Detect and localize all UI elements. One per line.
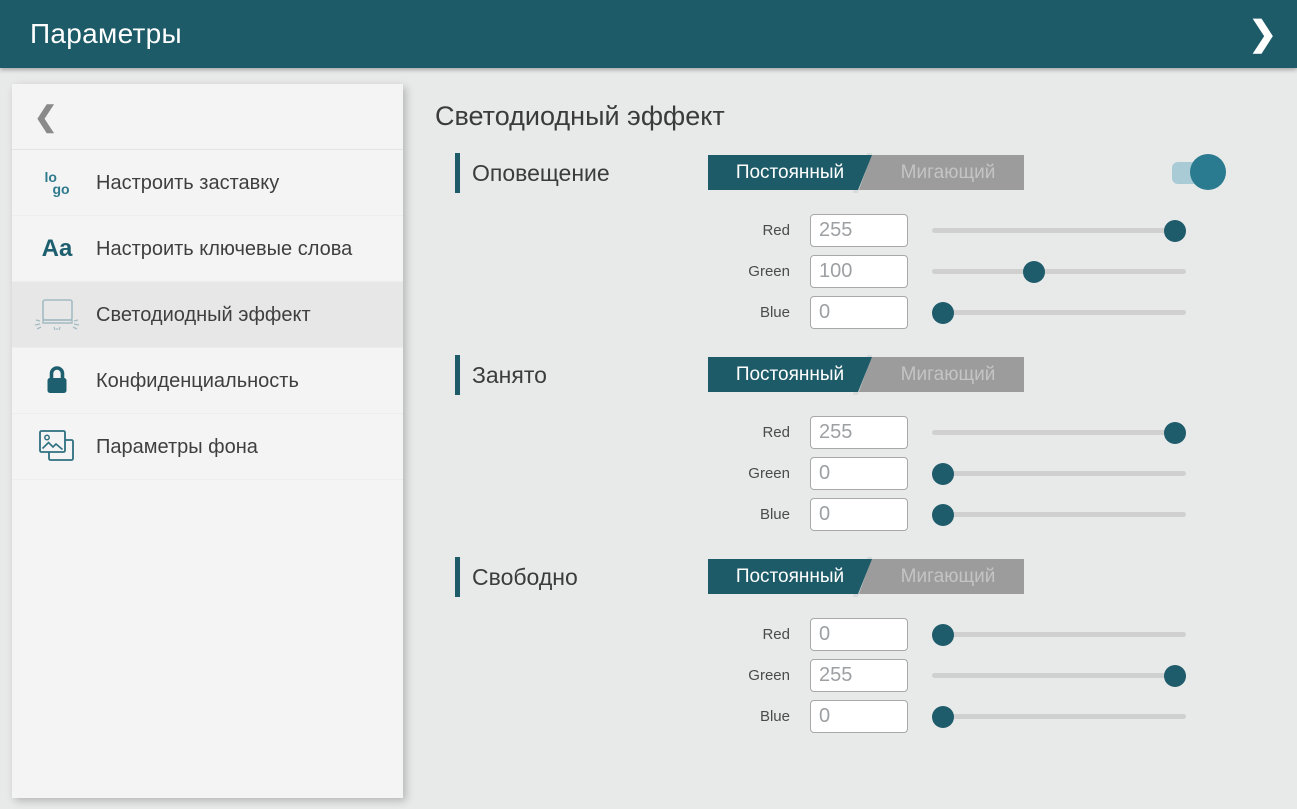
sidebar-item-background[interactable]: Параметры фона <box>12 414 403 480</box>
slider-track <box>932 269 1186 274</box>
section-accent-bar <box>455 355 460 395</box>
green-value-input[interactable] <box>810 457 908 490</box>
slider-track <box>932 310 1186 315</box>
blue-slider[interactable] <box>932 706 1186 728</box>
sidebar-item-label: Светодиодный эффект <box>96 302 311 328</box>
channel-label: Blue <box>435 506 790 523</box>
blue-slider[interactable] <box>932 302 1186 324</box>
section-busy: Занято Мигающий Постоянный Red <box>435 357 1297 532</box>
sidebar-item-screensaver[interactable]: logo Настроить заставку <box>12 150 403 216</box>
channel-row-red: Red <box>435 415 1297 450</box>
section-accent-bar <box>455 557 460 597</box>
slider-track <box>932 430 1186 435</box>
slider-thumb[interactable] <box>932 504 954 526</box>
red-value-input[interactable] <box>810 618 908 651</box>
sidebar-item-label: Конфиденциальность <box>96 368 299 394</box>
section-free: Свободно Мигающий Постоянный Red <box>435 559 1297 734</box>
app-bar: Параметры ❯ <box>0 0 1297 68</box>
settings-window: Параметры ❯ ❮ logo Настроить заставку Aa… <box>0 0 1297 809</box>
channel-label: Red <box>435 222 790 239</box>
page-title: Параметры <box>30 18 182 50</box>
lock-icon <box>34 365 80 397</box>
section-label: Занято <box>472 357 547 393</box>
green-value-input[interactable] <box>810 255 908 288</box>
slider-thumb[interactable] <box>1023 261 1045 283</box>
sidebar-item-label: Настроить ключевые слова <box>96 236 352 262</box>
channel-row-blue: Blue <box>435 295 1297 330</box>
slider-track <box>932 714 1186 719</box>
section-label: Свободно <box>472 559 578 595</box>
main-content: Светодиодный эффект Оповещение Мигающий … <box>435 68 1297 809</box>
section-label: Оповещение <box>472 155 610 191</box>
keywords-icon: Aa <box>34 237 80 261</box>
slider-thumb[interactable] <box>1164 422 1186 444</box>
slider-thumb[interactable] <box>932 302 954 324</box>
sidebar-item-led-effect[interactable]: Светодиодный эффект <box>12 282 403 348</box>
mode-toggle[interactable]: Мигающий Постоянный <box>708 559 1024 594</box>
channel-label: Green <box>435 667 790 684</box>
sidebar: ❮ logo Настроить заставку Aa Настроить к… <box>12 84 403 798</box>
sidebar-item-label: Настроить заставку <box>96 170 279 196</box>
mode-option-blinking[interactable]: Мигающий <box>872 155 1024 190</box>
channel-label: Red <box>435 424 790 441</box>
channel-label: Blue <box>435 708 790 725</box>
mode-option-blinking[interactable]: Мигающий <box>872 559 1024 594</box>
slider-track <box>932 632 1186 637</box>
channel-row-green: Green <box>435 456 1297 491</box>
green-slider[interactable] <box>932 463 1186 485</box>
led-effect-icon <box>34 298 80 332</box>
section-accent-bar <box>455 153 460 193</box>
notification-enabled-switch[interactable] <box>1172 153 1226 191</box>
blue-value-input[interactable] <box>810 296 908 329</box>
channel-row-red: Red <box>435 213 1297 248</box>
switch-thumb[interactable] <box>1190 154 1226 190</box>
red-slider[interactable] <box>932 422 1186 444</box>
slider-thumb[interactable] <box>932 706 954 728</box>
slider-track <box>932 512 1186 517</box>
content-title: Светодиодный эффект <box>435 101 1297 132</box>
back-chevron-icon: ❮ <box>34 100 57 133</box>
channel-label: Blue <box>435 304 790 321</box>
slider-thumb[interactable] <box>1164 220 1186 242</box>
channel-label: Green <box>435 263 790 280</box>
slider-track <box>932 471 1186 476</box>
channel-row-green: Green <box>435 254 1297 289</box>
green-value-input[interactable] <box>810 659 908 692</box>
sidebar-item-label: Параметры фона <box>96 434 258 460</box>
red-value-input[interactable] <box>810 416 908 449</box>
blue-value-input[interactable] <box>810 700 908 733</box>
green-slider[interactable] <box>932 665 1186 687</box>
channel-label: Green <box>435 465 790 482</box>
red-slider[interactable] <box>932 220 1186 242</box>
background-image-icon <box>34 428 80 465</box>
channel-row-blue: Blue <box>435 699 1297 734</box>
slider-thumb[interactable] <box>1164 665 1186 687</box>
section-notification: Оповещение Мигающий Постоянный Red <box>435 155 1297 330</box>
mode-option-constant[interactable]: Постоянный <box>708 559 872 594</box>
red-value-input[interactable] <box>810 214 908 247</box>
slider-track <box>932 673 1186 678</box>
blue-slider[interactable] <box>932 504 1186 526</box>
red-slider[interactable] <box>932 624 1186 646</box>
mode-option-blinking[interactable]: Мигающий <box>872 357 1024 392</box>
mode-toggle[interactable]: Мигающий Постоянный <box>708 357 1024 392</box>
logo-icon: logo <box>34 171 80 195</box>
sidebar-item-privacy[interactable]: Конфиденциальность <box>12 348 403 414</box>
channel-row-red: Red <box>435 617 1297 652</box>
slider-thumb[interactable] <box>932 463 954 485</box>
slider-track <box>932 228 1186 233</box>
sidebar-item-keywords[interactable]: Aa Настроить ключевые слова <box>12 216 403 282</box>
mode-toggle[interactable]: Мигающий Постоянный <box>708 155 1024 190</box>
sidebar-back-button[interactable]: ❮ <box>12 84 403 150</box>
blue-value-input[interactable] <box>810 498 908 531</box>
channel-row-blue: Blue <box>435 497 1297 532</box>
mode-option-constant[interactable]: Постоянный <box>708 357 872 392</box>
channel-label: Red <box>435 626 790 643</box>
slider-thumb[interactable] <box>932 624 954 646</box>
forward-chevron-icon[interactable]: ❯ <box>1249 12 1278 56</box>
channel-row-green: Green <box>435 658 1297 693</box>
mode-option-constant[interactable]: Постоянный <box>708 155 872 190</box>
green-slider[interactable] <box>932 261 1186 283</box>
